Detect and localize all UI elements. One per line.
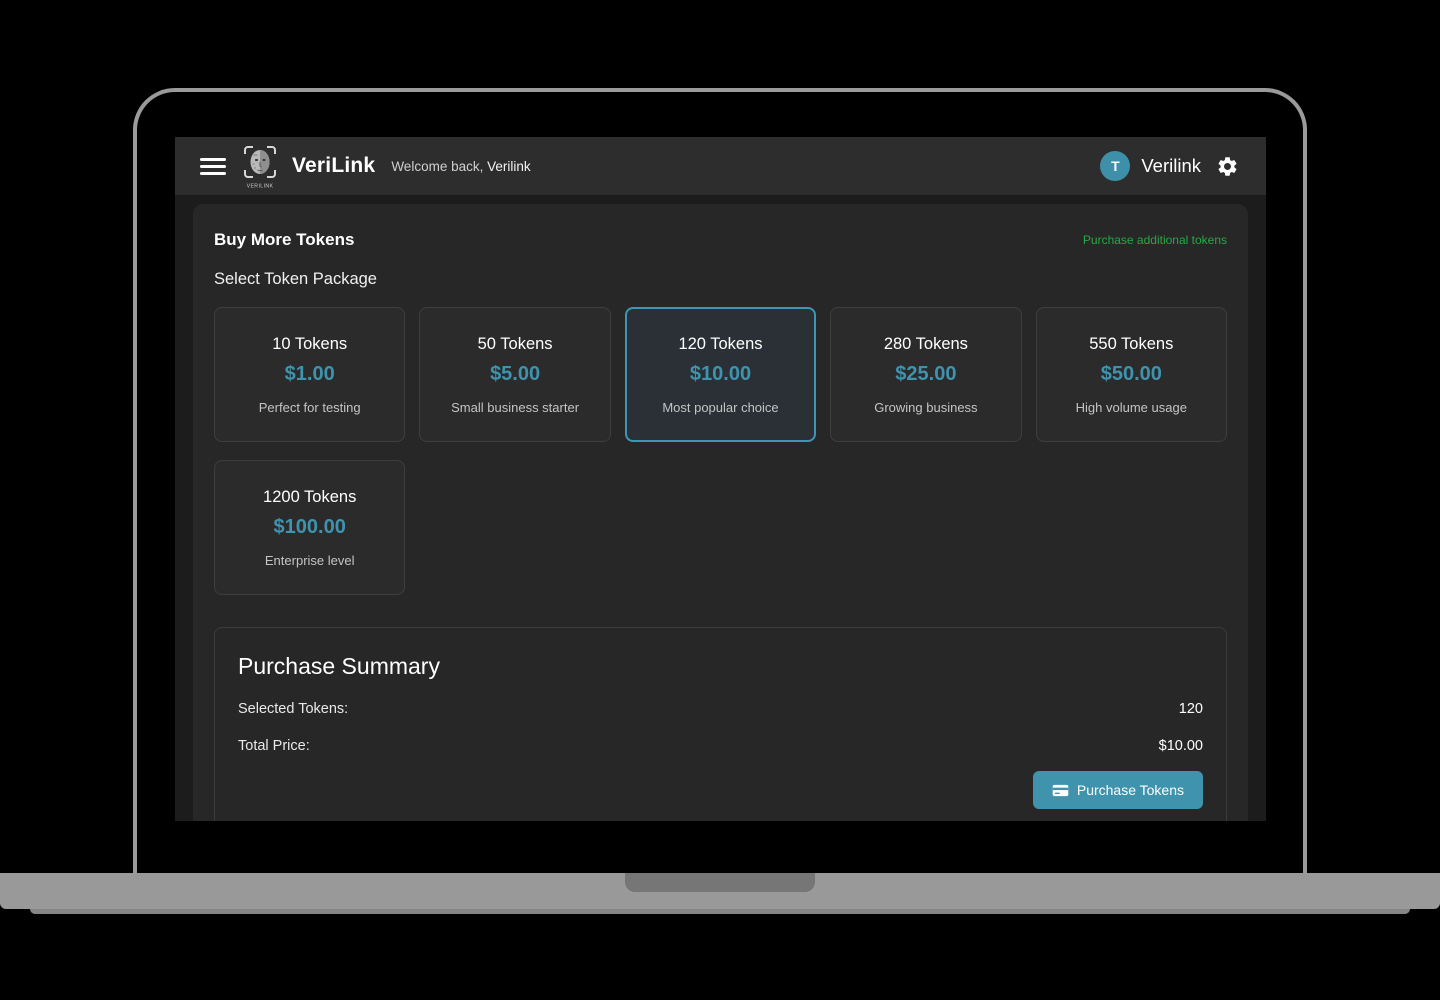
avatar-initial: T (1111, 158, 1120, 174)
credit-card-icon (1052, 784, 1069, 797)
package-card-10[interactable]: 10 Tokens $1.00 Perfect for testing (214, 307, 405, 442)
package-tokens: 550 Tokens (1089, 335, 1173, 354)
package-tokens: 1200 Tokens (263, 488, 356, 507)
package-price: $100.00 (274, 516, 346, 539)
select-package-subtitle: Select Token Package (214, 270, 1227, 289)
logo-caption: VERILINK (247, 184, 274, 190)
total-price-label: Total Price: (238, 738, 310, 754)
package-card-50[interactable]: 50 Tokens $5.00 Small business starter (419, 307, 610, 442)
purchase-summary-card: Purchase Summary Selected Tokens: 120 To… (214, 627, 1227, 821)
welcome-name: Verilink (487, 159, 531, 174)
user-avatar[interactable]: T (1100, 151, 1130, 181)
buy-tokens-panel: Buy More Tokens Purchase additional toke… (193, 204, 1248, 821)
package-desc: Small business starter (451, 400, 579, 415)
welcome-message: Welcome back, Verilink (391, 159, 530, 174)
hamburger-menu-button[interactable] (200, 158, 226, 175)
package-tokens: 120 Tokens (678, 335, 762, 354)
package-price: $50.00 (1101, 363, 1162, 386)
app-window: VERILINK VeriLink Welcome back, Verilink… (175, 137, 1266, 821)
package-desc: Enterprise level (265, 553, 355, 568)
package-desc: Growing business (874, 400, 977, 415)
page-background: VERILINK VeriLink Welcome back, Verilink… (0, 0, 1440, 1000)
package-tokens: 50 Tokens (478, 335, 553, 354)
app-header: VERILINK VeriLink Welcome back, Verilink… (175, 137, 1266, 195)
gear-icon[interactable] (1216, 155, 1239, 178)
laptop-base-lip (30, 909, 1410, 914)
purchase-tokens-button[interactable]: Purchase Tokens (1033, 771, 1203, 809)
package-card-120-selected[interactable]: 120 Tokens $10.00 Most popular choice (625, 307, 816, 442)
laptop-screen: VERILINK VeriLink Welcome back, Verilink… (133, 88, 1307, 873)
package-price: $25.00 (895, 363, 956, 386)
welcome-prefix: Welcome back, (391, 159, 483, 174)
total-price-row: Total Price: $10.00 (238, 738, 1203, 754)
package-price: $1.00 (285, 363, 335, 386)
package-tokens: 280 Tokens (884, 335, 968, 354)
selected-tokens-value: 120 (1179, 701, 1203, 717)
verilink-logo-icon: VERILINK (241, 143, 279, 189)
summary-button-row: Purchase Tokens (238, 771, 1203, 809)
purchase-additional-tokens-link[interactable]: Purchase additional tokens (1083, 233, 1227, 247)
brand-title: VeriLink (292, 154, 375, 178)
menu-bar (200, 172, 226, 175)
package-grid: 10 Tokens $1.00 Perfect for testing 50 T… (214, 307, 1227, 595)
purchase-summary-title: Purchase Summary (238, 653, 1203, 680)
panel-header-row: Buy More Tokens Purchase additional toke… (214, 230, 1227, 250)
selected-tokens-label: Selected Tokens: (238, 701, 348, 717)
package-tokens: 10 Tokens (272, 335, 347, 354)
package-price: $10.00 (690, 363, 751, 386)
package-desc: High volume usage (1076, 400, 1187, 415)
laptop-base (0, 873, 1440, 909)
header-user-name: Verilink (1141, 155, 1201, 177)
package-card-280[interactable]: 280 Tokens $25.00 Growing business (830, 307, 1021, 442)
package-card-550[interactable]: 550 Tokens $50.00 High volume usage (1036, 307, 1227, 442)
menu-bar (200, 165, 226, 168)
menu-bar (200, 158, 226, 161)
package-desc: Perfect for testing (259, 400, 361, 415)
package-price: $5.00 (490, 363, 540, 386)
total-price-value: $10.00 (1159, 738, 1203, 754)
purchase-tokens-button-label: Purchase Tokens (1077, 782, 1184, 798)
package-desc: Most popular choice (662, 400, 778, 415)
selected-tokens-row: Selected Tokens: 120 (238, 701, 1203, 717)
package-card-1200[interactable]: 1200 Tokens $100.00 Enterprise level (214, 460, 405, 595)
laptop-base-notch (625, 873, 815, 892)
page-title: Buy More Tokens (214, 230, 354, 250)
